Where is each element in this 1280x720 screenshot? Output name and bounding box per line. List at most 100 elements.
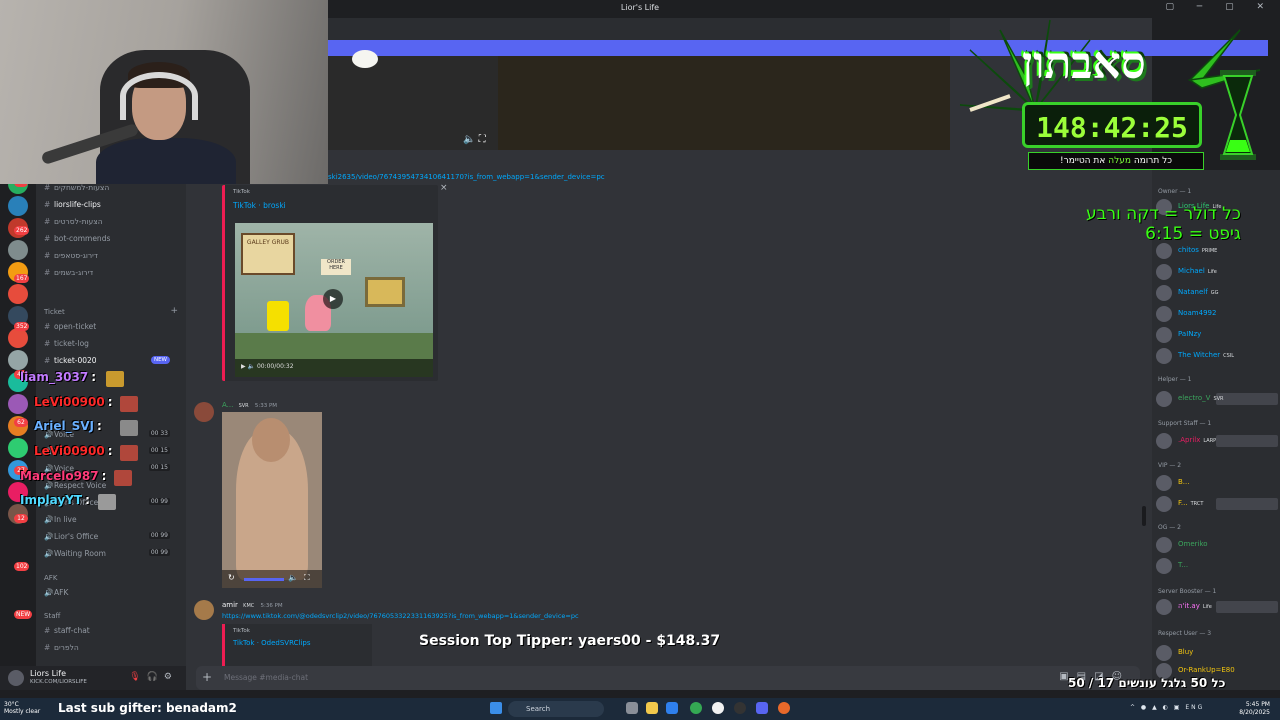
channel-item[interactable]: 🔊AFK — [44, 588, 68, 597]
chat-scrollbar[interactable] — [1142, 506, 1146, 526]
channel-item[interactable]: # דירוג-סטאפים — [44, 251, 98, 260]
avatar[interactable] — [1156, 348, 1172, 364]
member-name[interactable]: Michael Life — [1178, 267, 1217, 275]
member-item[interactable]: F... TRCT — [1156, 495, 1278, 513]
channel-item[interactable]: # דירוג-בשמים — [44, 268, 93, 277]
avatar[interactable] — [1156, 496, 1172, 512]
member-item[interactable]: The Witcher CSIL — [1156, 347, 1278, 365]
channel-item[interactable]: 🔊Lior's Office 00 99 — [44, 532, 178, 541]
member-item[interactable]: T... — [1156, 557, 1278, 575]
avatar[interactable] — [1156, 558, 1172, 574]
category-ticket[interactable]: Ticket — [44, 308, 65, 316]
avatar[interactable] — [1156, 327, 1172, 343]
close-icon[interactable]: × — [440, 183, 448, 193]
author-name[interactable]: A... — [222, 401, 233, 409]
chrome-icon[interactable] — [690, 702, 702, 714]
file-explorer-icon[interactable] — [646, 702, 658, 714]
server-icon[interactable] — [8, 328, 28, 348]
avatar[interactable] — [1156, 264, 1172, 280]
message-author[interactable]: A... SVR 5:33 PM — [222, 401, 277, 409]
member-item[interactable]: PaINzy — [1156, 326, 1278, 344]
headphones-icon[interactable]: 🎧 — [147, 672, 164, 682]
member-name[interactable]: Omeriko — [1178, 540, 1208, 548]
avatar[interactable] — [1156, 285, 1172, 301]
volume-icon[interactable]: 🔈 — [463, 134, 475, 145]
member-item[interactable]: .Aprilx LARP — [1156, 432, 1278, 450]
avatar[interactable] — [1156, 306, 1172, 322]
category-staff[interactable]: Staff — [44, 612, 60, 620]
channel-item[interactable]: 🔊Waiting Room 00 99 — [44, 549, 178, 558]
message-author[interactable]: amir KMC 5:36 PM — [222, 601, 283, 609]
embed-title[interactable]: TikTok · broski — [233, 201, 286, 210]
member-name[interactable]: Natanelf GG — [1178, 288, 1218, 296]
task-view-icon[interactable] — [626, 702, 638, 714]
server-icon[interactable] — [8, 350, 28, 370]
language-indicator[interactable]: ENG — [1185, 704, 1204, 711]
member-item[interactable]: ה'it.ay Life — [1156, 598, 1278, 616]
server-icon[interactable] — [8, 284, 28, 304]
channel-item[interactable]: # bot-commends — [44, 234, 110, 243]
member-item[interactable]: electro_V SVR — [1156, 390, 1278, 408]
video-controls[interactable]: ↻ 🔈 ⛶ — [222, 570, 322, 588]
avatar[interactable] — [1156, 243, 1172, 259]
channel-item[interactable]: # ticket-0020 NEW — [44, 356, 178, 365]
tray-icons[interactable]: ^ ● ▲ ◐ ▣ — [1130, 704, 1181, 711]
member-name[interactable]: ה'it.ay Life — [1178, 602, 1212, 610]
fullscreen-icon[interactable]: ⛶ — [479, 134, 486, 145]
volume-icon[interactable]: 🔈 — [288, 573, 298, 582]
member-name[interactable]: Or-RankUp=E80 — [1178, 666, 1235, 674]
channel-item[interactable]: # liorslife-clips — [44, 200, 101, 209]
avatar[interactable] — [1156, 537, 1172, 553]
play-icon[interactable]: ▶ — [323, 289, 343, 309]
server-icon[interactable] — [8, 196, 28, 216]
member-name[interactable]: electro_V SVR — [1178, 394, 1224, 402]
gear-icon[interactable]: ⚙ — [164, 672, 178, 682]
video-progress-bar[interactable]: ▶ 🔈 00:00/00:32 — [235, 359, 433, 377]
server-icon[interactable] — [8, 438, 28, 458]
member-item[interactable]: Michael Life — [1156, 263, 1278, 281]
user-controls[interactable]: 🎙🎧⚙ — [129, 672, 178, 682]
obs-icon[interactable] — [712, 702, 724, 714]
member-item[interactable]: B... — [1156, 474, 1278, 492]
channel-item[interactable]: 🔊In live — [44, 515, 178, 524]
video-attachment[interactable]: ↻ 🔈 ⛶ — [222, 412, 322, 588]
channel-item[interactable]: # הלפרים — [44, 643, 79, 652]
volume-icon[interactable]: 🔈 — [248, 363, 255, 370]
video-thumbnail[interactable]: GALLEY GRUB ORDER HERE ▶ ▶ 🔈 00:00/00:32 — [235, 223, 433, 377]
avatar[interactable] — [1156, 645, 1172, 661]
author-name[interactable]: amir — [222, 601, 238, 609]
avatar[interactable] — [1156, 391, 1172, 407]
message-input[interactable]: Message #media-chat — [224, 673, 308, 682]
channel-item[interactable]: # הצעות-למשחקים — [44, 183, 109, 192]
embed-title[interactable]: TikTok · OdedSVRClips — [233, 639, 310, 647]
server-icon[interactable] — [8, 394, 28, 414]
member-name[interactable]: The Witcher CSIL — [1178, 351, 1234, 359]
message-link[interactable]: ski2635/video/7674395473410641170?is_fro… — [328, 173, 605, 181]
video-progress[interactable] — [244, 578, 284, 581]
fullscreen-icon[interactable]: ⛶ — [304, 573, 310, 583]
avatar[interactable] — [194, 402, 214, 422]
member-name[interactable]: chitos PRIME — [1178, 246, 1217, 254]
member-name[interactable]: T... — [1178, 561, 1188, 569]
avatar[interactable] — [194, 600, 214, 620]
member-name[interactable]: .Aprilx LARP — [1178, 436, 1216, 444]
taskbar-clock[interactable]: 5:45 PM 8/20/2025 — [1239, 701, 1270, 717]
taskbar-search[interactable]: Search — [508, 701, 604, 717]
member-name[interactable]: Noam4992 — [1178, 309, 1216, 317]
add-attachment-icon[interactable]: + — [202, 670, 212, 684]
member-name[interactable]: PaINzy — [1178, 330, 1201, 338]
video-controls[interactable]: 🔈 ⛶ — [463, 134, 486, 145]
message-link[interactable]: https://www.tiktok.com/@odedsvrclip2/vid… — [222, 612, 579, 620]
discord-icon[interactable] — [756, 702, 768, 714]
member-item[interactable]: chitos PRIME — [1156, 242, 1278, 260]
firefox-icon[interactable] — [778, 702, 790, 714]
message-composer[interactable]: + Message #media-chat ▣▤◪☺ — [196, 666, 1140, 690]
member-item[interactable]: Omeriko — [1156, 536, 1278, 554]
channel-item[interactable]: # staff-chat — [44, 626, 90, 635]
category-afk[interactable]: AFK — [44, 574, 57, 582]
member-item[interactable]: Natanelf GG — [1156, 284, 1278, 302]
edge-icon[interactable] — [666, 702, 678, 714]
system-tray[interactable]: ^ ● ▲ ◐ ▣ ENG — [1130, 704, 1204, 711]
channel-item[interactable]: # הצעות-לסרטים — [44, 217, 103, 226]
member-name[interactable]: F... TRCT — [1178, 499, 1203, 507]
